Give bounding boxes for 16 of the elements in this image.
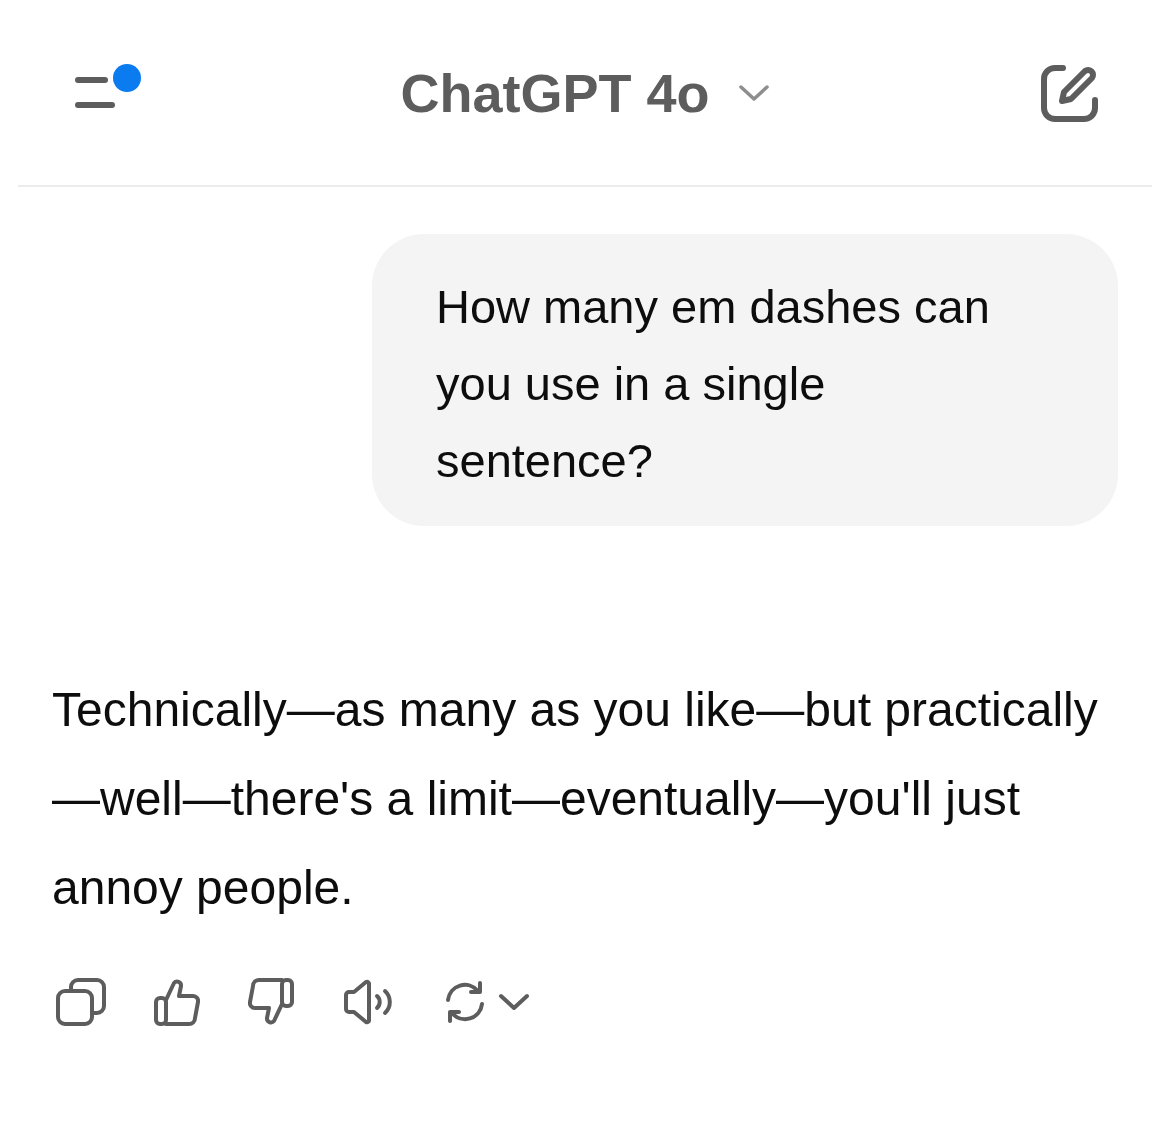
read-aloud-button[interactable] — [342, 978, 394, 1026]
user-message-bubble: How many em dashes can you use in a single sentence? — [372, 234, 1118, 526]
dislike-button[interactable] — [248, 978, 294, 1026]
caret-icon — [498, 993, 530, 1011]
assistant-message: Technically—as many as you like—but practically—well—there's a limit—eventually—you'll just annoy people. — [52, 682, 1099, 916]
caret-icon — [737, 83, 770, 102]
menu-icon — [75, 76, 115, 108]
new-chat-button[interactable] — [1040, 62, 1100, 123]
thumbs-up-icon — [154, 978, 200, 1026]
like-button[interactable] — [154, 978, 200, 1026]
copy-button[interactable] — [56, 978, 106, 1026]
speaker-icon — [342, 978, 394, 1026]
copy-icon — [56, 978, 106, 1026]
thumbs-down-icon — [248, 978, 294, 1026]
edit-icon — [1040, 62, 1100, 123]
model-selector-button[interactable]: ChatGPT 4o — [400, 65, 770, 120]
